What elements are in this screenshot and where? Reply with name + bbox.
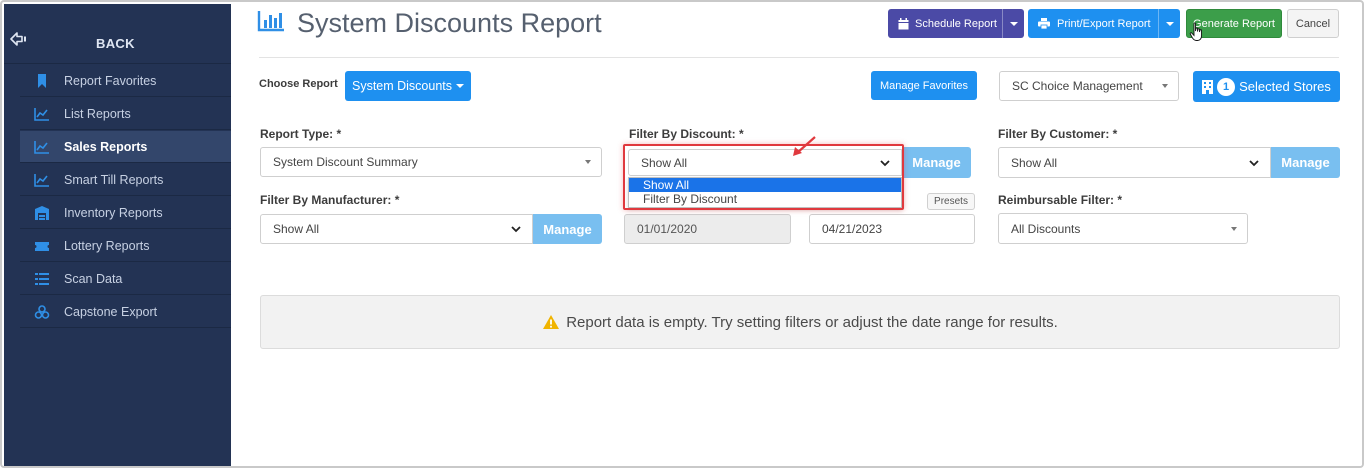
presets-button[interactable]: Presets: [927, 193, 975, 210]
presets-label: Presets: [934, 196, 968, 207]
printer-icon: [1038, 18, 1050, 29]
start-date-input[interactable]: 01/01/2020: [624, 214, 791, 244]
building-icon: [1202, 79, 1214, 94]
main-content: System Discounts Report Schedule Report …: [231, 4, 1362, 466]
customer-filter-select[interactable]: Show All: [998, 147, 1271, 178]
back-arrow-icon: [10, 32, 26, 46]
sidebar-item-label: Lottery Reports: [64, 238, 150, 253]
annotation-arrow-icon: [793, 136, 816, 156]
sidebar-item-inventory-reports[interactable]: Inventory Reports: [20, 197, 231, 229]
print-dropdown-toggle[interactable]: [1158, 9, 1180, 38]
empty-report-message: Report data is empty. Try setting filter…: [260, 295, 1340, 349]
chart-line-icon: [34, 173, 49, 187]
list-icon: [35, 272, 49, 285]
chevron-down-icon: [1249, 159, 1259, 166]
discount-option-show-all[interactable]: Show All: [629, 178, 901, 192]
back-label: BACK: [96, 36, 135, 51]
sidebar-item-label: Scan Data: [64, 271, 123, 286]
customer-filter-value: Show All: [1011, 155, 1058, 170]
customer-manage-button[interactable]: Manage: [1271, 147, 1340, 178]
customer-manage-label: Manage: [1281, 155, 1330, 170]
back-button[interactable]: BACK: [4, 4, 231, 64]
discount-filter-value: Show All: [641, 155, 688, 170]
sidebar-item-sales-reports[interactable]: Sales Reports: [20, 131, 231, 163]
manufacturer-filter-value: Show All: [273, 222, 320, 236]
calendar-icon: [898, 17, 909, 29]
cancel-button[interactable]: Cancel: [1287, 9, 1339, 38]
discount-options-list: Show All Filter By Discount: [628, 177, 902, 208]
sidebar-item-report-favorites[interactable]: Report Favorites: [20, 65, 231, 97]
generate-report-label: Generate Report: [1193, 17, 1275, 30]
warning-icon: [543, 315, 560, 329]
report-type-select[interactable]: System Discount Summary: [260, 147, 602, 177]
warehouse-icon: [35, 205, 49, 220]
sidebar-item-lottery-reports[interactable]: Lottery Reports: [20, 230, 231, 262]
choose-report-label: Choose Report: [259, 78, 338, 90]
manufacturer-filter-select[interactable]: Show All: [260, 214, 533, 244]
sidebar-item-label: Sales Reports: [64, 139, 148, 154]
empty-message-text: Report data is empty. Try setting filter…: [566, 313, 1058, 331]
chart-line-icon: [34, 140, 49, 154]
caret-down-icon: [1162, 84, 1168, 88]
reimbursable-filter-label: Reimbursable Filter: *: [998, 193, 1123, 207]
divider: [259, 57, 1339, 58]
sidebar-item-capstone-export[interactable]: Capstone Export: [20, 296, 231, 328]
sidebar-item-label: Inventory Reports: [64, 205, 163, 220]
choose-report-value: System Discounts: [351, 79, 453, 93]
reimbursable-filter-select[interactable]: All Discounts: [998, 213, 1248, 244]
manufacturer-filter-label: Filter By Manufacturer: *: [260, 193, 400, 207]
caret-down-icon: [456, 84, 465, 88]
manage-favorites-label: Manage Favorites: [879, 79, 969, 92]
chevron-down-icon: [880, 159, 890, 166]
discount-filter-select[interactable]: Show All: [628, 149, 902, 176]
sidebar-item-scan-data[interactable]: Scan Data: [20, 263, 231, 295]
report-type-value: System Discount Summary: [273, 155, 418, 169]
schedule-dropdown-toggle[interactable]: [1002, 9, 1024, 38]
schedule-report-label: Schedule Report: [915, 17, 997, 30]
schedule-report-button[interactable]: Schedule Report: [888, 9, 1024, 38]
ticket-icon: [35, 241, 49, 251]
choose-report-dropdown[interactable]: System Discounts: [345, 71, 471, 101]
start-date-value: 01/01/2020: [637, 222, 698, 236]
caret-down-icon: [585, 160, 591, 164]
caret-down-icon: [1009, 21, 1018, 26]
manage-favorites-button[interactable]: Manage Favorites: [871, 71, 977, 100]
boxes-icon: [34, 304, 50, 319]
sidebar-item-label: Report Favorites: [64, 73, 157, 88]
sidebar-item-smart-till-reports[interactable]: Smart Till Reports: [20, 164, 231, 196]
reimbursable-filter-value: All Discounts: [1011, 221, 1081, 236]
report-type-label: Report Type: *: [260, 127, 342, 141]
discount-filter-label: Filter By Discount: *: [629, 127, 744, 141]
cancel-label: Cancel: [1295, 17, 1331, 30]
sidebar: BACK Report Favorites List Reports Sales…: [4, 4, 231, 466]
selected-stores-count: 1: [1217, 77, 1236, 96]
end-date-value: 04/21/2023: [822, 222, 883, 236]
chart-line-icon: [34, 107, 49, 121]
store-group-value: SC Choice Management: [1012, 79, 1143, 93]
sidebar-item-list-reports[interactable]: List Reports: [20, 98, 231, 130]
selected-stores-button[interactable]: 1 Selected Stores: [1193, 71, 1340, 102]
end-date-input[interactable]: 04/21/2023: [809, 214, 975, 244]
print-export-button[interactable]: Print/Export Report: [1028, 9, 1180, 38]
discount-manage-label: Manage: [912, 155, 961, 170]
discount-manage-button[interactable]: Manage: [902, 147, 971, 178]
store-group-select[interactable]: SC Choice Management: [999, 71, 1179, 101]
manufacturer-manage-button[interactable]: Manage: [533, 214, 602, 244]
app-window: BACK Report Favorites List Reports Sales…: [0, 0, 1364, 468]
chevron-down-icon: [511, 226, 521, 233]
sidebar-item-label: List Reports: [64, 106, 131, 121]
discount-option-filter-by-discount[interactable]: Filter By Discount: [629, 192, 901, 206]
caret-down-icon: [1231, 226, 1237, 231]
selected-stores-label: Selected Stores: [1239, 79, 1331, 94]
bar-chart-icon: [257, 11, 284, 32]
sidebar-item-label: Capstone Export: [64, 304, 158, 319]
sidebar-item-label: Smart Till Reports: [64, 172, 164, 187]
bookmark-icon: [38, 73, 46, 88]
customer-filter-label: Filter By Customer: *: [998, 127, 1118, 141]
page-title: System Discounts Report: [297, 8, 602, 38]
manufacturer-manage-label: Manage: [543, 221, 592, 237]
caret-down-icon: [1165, 21, 1174, 26]
print-export-label: Print/Export Report: [1057, 17, 1151, 30]
hand-cursor-icon: [1189, 22, 1202, 41]
